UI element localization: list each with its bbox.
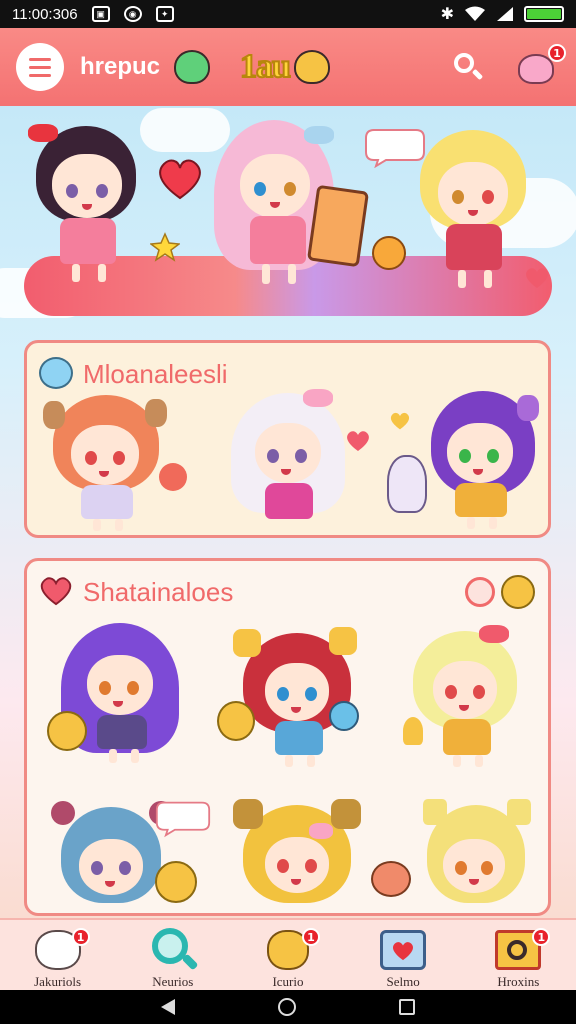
recents-button[interactable] xyxy=(398,999,415,1015)
notifications-button[interactable]: 1 xyxy=(518,44,566,86)
nav-item-icurio[interactable]: 1 Icurio xyxy=(238,926,338,990)
nav-badge: 1 xyxy=(71,928,90,946)
hero-banner[interactable] xyxy=(0,116,576,328)
frog-mascot-icon xyxy=(174,50,211,84)
nav-item-selmo[interactable]: Selmo xyxy=(353,926,453,990)
character-violet-hair[interactable] xyxy=(57,623,187,773)
book-icon xyxy=(306,184,370,268)
nav-badge: 1 xyxy=(532,928,551,946)
signal-icon xyxy=(497,7,513,21)
nav-item-hroxins[interactable]: 1 Hroxins xyxy=(468,926,568,990)
flower-sticker-icon xyxy=(159,463,187,491)
sun-sticker-icon xyxy=(372,236,406,270)
app-screen: hrepuc 1au 1 Mloanaleesli Shatainaloes 1… xyxy=(0,28,576,990)
heart-icon xyxy=(347,431,369,451)
heart-card-icon xyxy=(378,926,428,972)
app-name: hrepuc xyxy=(80,53,161,80)
bottom-navigation: 1 Jakuriols Neurios 1 Icurio Selmo 1 Hro… xyxy=(0,918,576,990)
section-panel-1: Mloanaleesli xyxy=(24,340,551,538)
search-icon xyxy=(454,53,474,73)
character-dark-hair[interactable] xyxy=(28,124,146,296)
gallery-icon: ▣ xyxy=(91,6,110,22)
system-navigation-bar xyxy=(0,990,576,1024)
back-button[interactable] xyxy=(161,999,176,1015)
star-icon xyxy=(150,232,180,262)
ghost-icon xyxy=(39,357,73,389)
heart-icon xyxy=(40,577,72,606)
menu-button[interactable] xyxy=(16,43,64,91)
character-red-hair[interactable] xyxy=(233,627,363,773)
status-bar: 11:00:306 ▣ ◉ ✦ ✱ xyxy=(0,0,576,28)
nav-badge: 1 xyxy=(301,928,320,946)
bear-mascot-icon xyxy=(293,50,330,84)
character-gold-hair[interactable] xyxy=(233,799,363,911)
heart-icon xyxy=(390,412,410,430)
nav-label: Selmo xyxy=(386,974,420,989)
section-title-1: Mloanaleesli xyxy=(83,359,228,389)
battery-icon xyxy=(524,6,564,22)
app-logo: 1au xyxy=(239,47,292,86)
section-title-2: Shatainaloes xyxy=(83,577,234,607)
bluetooth-icon: ✱ xyxy=(440,6,454,23)
nav-item-jakuriols[interactable]: 1 Jakuriols xyxy=(8,926,108,990)
creature-plush-icon xyxy=(371,861,411,897)
ice-cream-icon xyxy=(403,717,423,745)
nav-label: Hroxins xyxy=(497,974,540,989)
magnifier-icon xyxy=(148,926,199,972)
section-panel-2: Shatainaloes xyxy=(24,558,551,916)
bear-plush-icon xyxy=(217,701,255,741)
thought-bubble-icon xyxy=(155,801,211,838)
smiley-emoji-button[interactable] xyxy=(501,575,535,609)
wifi-icon xyxy=(465,6,485,21)
character-blonde-hair[interactable] xyxy=(409,625,529,773)
heart-balloon-icon xyxy=(159,159,201,200)
nav-item-neurios[interactable]: Neurios xyxy=(123,926,223,990)
character-purple-hair[interactable] xyxy=(427,391,545,537)
cat-plush-icon xyxy=(387,455,427,513)
notification-badge: 1 xyxy=(548,44,566,62)
game-icon: ✦ xyxy=(155,6,174,22)
home-button[interactable] xyxy=(277,998,296,1016)
bear-plush-icon xyxy=(155,861,197,903)
bird-plush-icon xyxy=(329,701,359,731)
sticker-toggle-button[interactable] xyxy=(465,577,495,607)
nav-label: Icurio xyxy=(272,974,304,989)
bear-plush-icon xyxy=(47,711,87,751)
app-header: hrepuc 1au 1 xyxy=(0,28,576,106)
character-yellow-hair[interactable] xyxy=(416,130,536,300)
status-time: 11:00:306 xyxy=(12,5,78,23)
nav-label: Jakuriols xyxy=(34,974,82,989)
search-button[interactable] xyxy=(448,47,488,87)
nav-label: Neurios xyxy=(152,974,194,989)
character-cat-ear-hair[interactable] xyxy=(423,799,533,911)
heart-icon xyxy=(526,268,548,288)
pig-icon xyxy=(518,54,554,84)
circle-app-icon: ◉ xyxy=(123,6,142,22)
character-orange-hair[interactable] xyxy=(43,395,169,535)
character-white-hair[interactable] xyxy=(231,389,351,537)
